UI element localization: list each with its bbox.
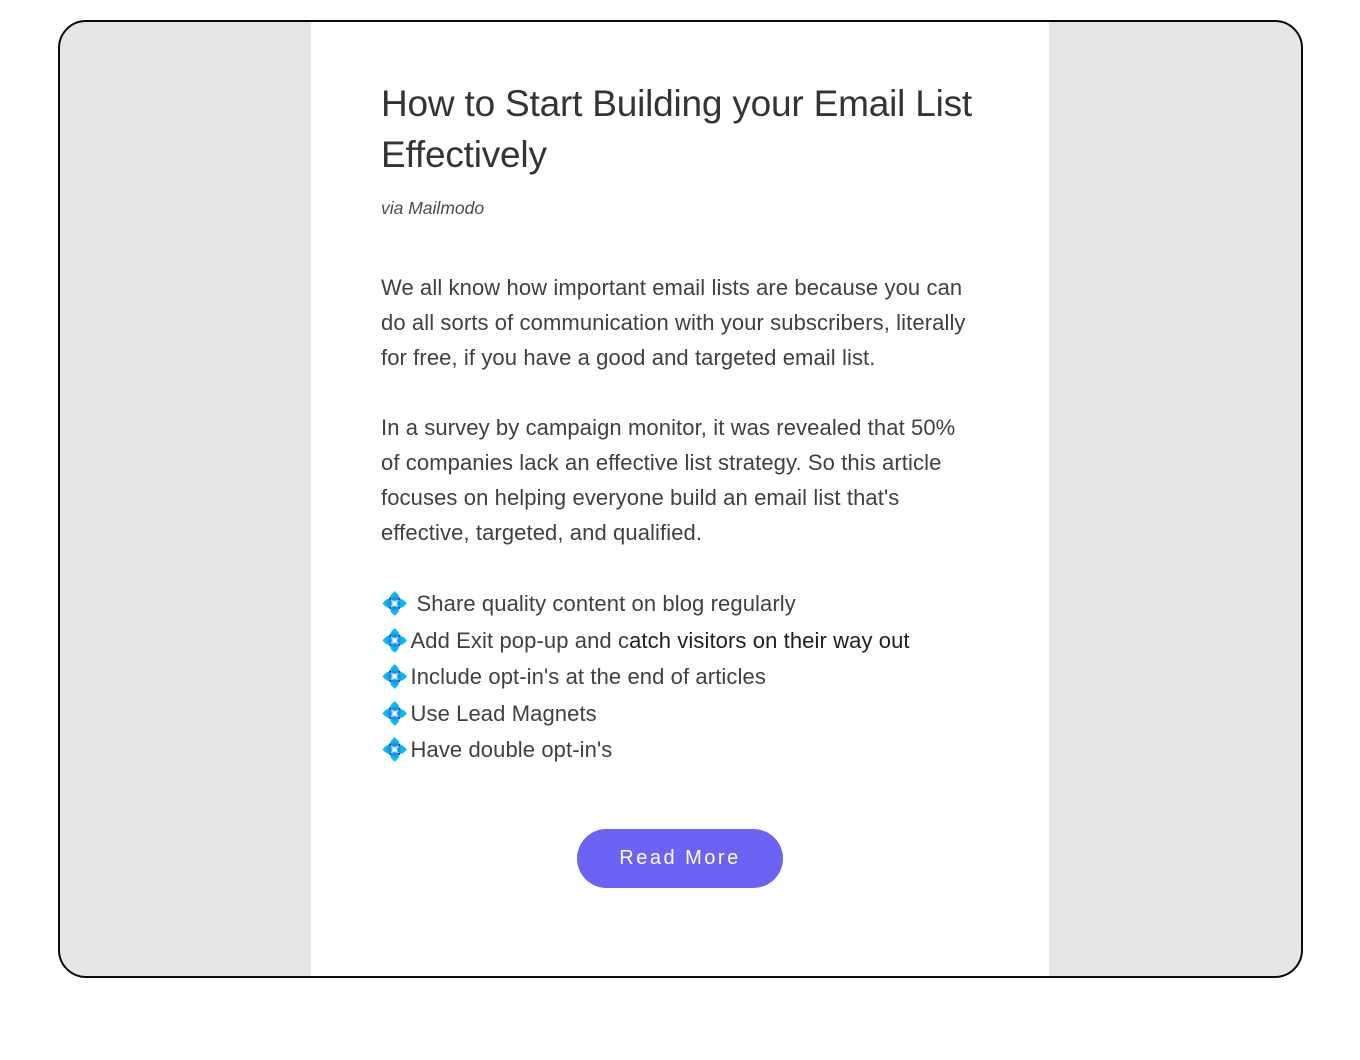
diamond-icon: 💠 — [381, 732, 409, 769]
list-item: 💠 Share quality content on blog regularl… — [381, 586, 979, 623]
list-item-text: Include opt-in's at the end of articles — [411, 659, 766, 696]
list-item-text: Use Lead Magnets — [411, 696, 597, 733]
diamond-icon: 💠 — [381, 586, 409, 623]
page-frame: How to Start Building your Email List Ef… — [58, 20, 1303, 978]
cta-wrap: Read More — [381, 829, 979, 888]
list-item: 💠 Use Lead Magnets — [381, 696, 979, 733]
list-item-text: Share quality content on blog regularly — [417, 586, 796, 623]
article-source: via Mailmodo — [381, 198, 979, 219]
article-paragraph-1: We all know how important email lists ar… — [381, 271, 979, 375]
content-card: How to Start Building your Email List Ef… — [311, 22, 1049, 976]
list-item: 💠 Have double opt-in's — [381, 732, 979, 769]
list-item: 💠 Add Exit pop-up and catch visitors on … — [381, 623, 979, 660]
read-more-button[interactable]: Read More — [577, 829, 782, 888]
list-item-text: Add Exit pop-up and catch visitors on th… — [411, 623, 910, 660]
bullet-list: 💠 Share quality content on blog regularl… — [381, 586, 979, 769]
diamond-icon: 💠 — [381, 696, 409, 733]
diamond-icon: 💠 — [381, 659, 409, 696]
list-item-text: Have double opt-in's — [411, 732, 613, 769]
list-item: 💠 Include opt-in's at the end of article… — [381, 659, 979, 696]
article-title: How to Start Building your Email List Ef… — [381, 78, 979, 180]
diamond-icon: 💠 — [381, 623, 409, 660]
article-paragraph-2: In a survey by campaign monitor, it was … — [381, 411, 979, 550]
